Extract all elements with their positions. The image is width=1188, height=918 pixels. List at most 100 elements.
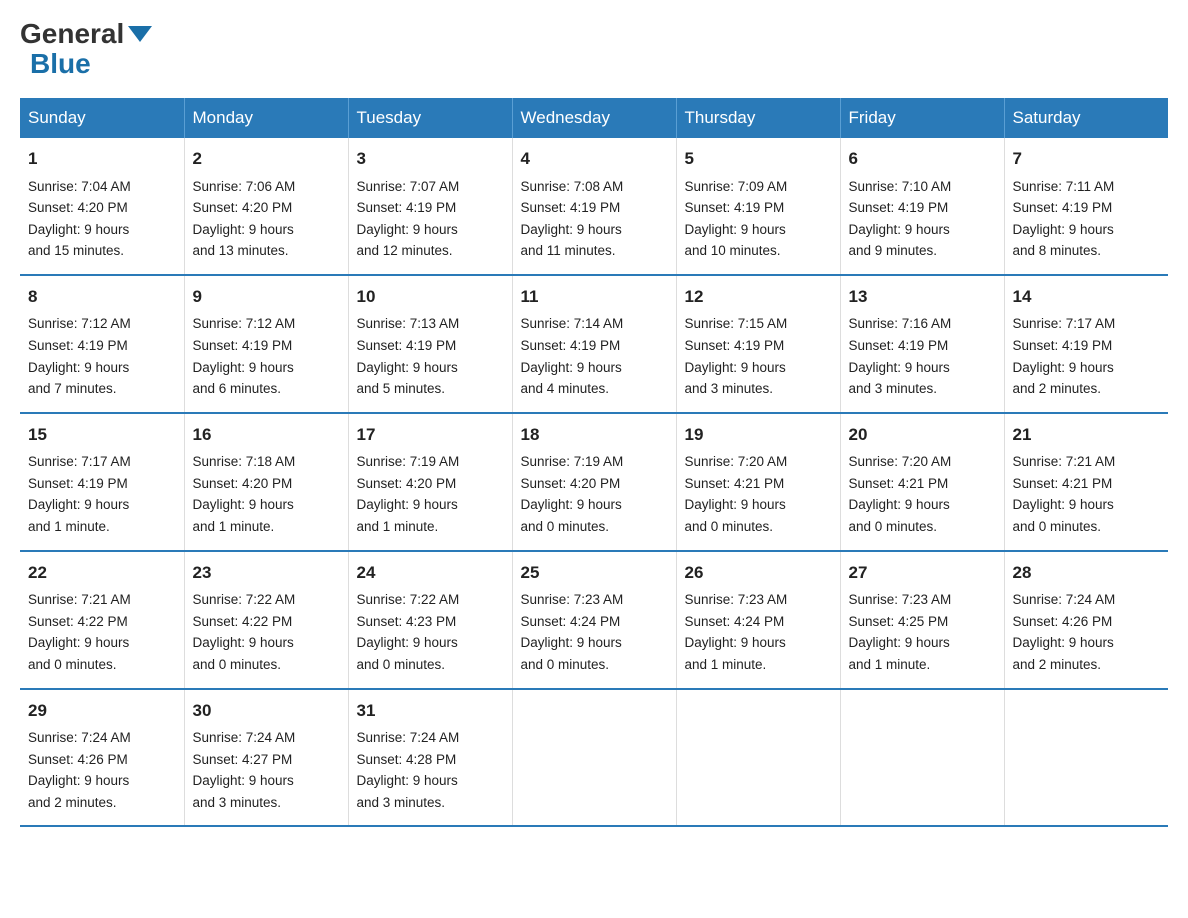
weekday-header-monday: Monday xyxy=(184,98,348,138)
calendar-cell: 2Sunrise: 7:06 AMSunset: 4:20 PMDaylight… xyxy=(184,138,348,275)
calendar-cell: 11 Sunrise: 7:14 AMSunset: 4:19 PMDayligh… xyxy=(512,275,676,413)
calendar-cell: 30Sunrise: 7:24 AMSunset: 4:27 PMDayligh… xyxy=(184,689,348,827)
day-number: 13 xyxy=(849,284,996,310)
calendar-cell: 20 Sunrise: 7:20 AMSunset: 4:21 PMDayligh… xyxy=(840,413,1004,551)
calendar-cell: 3 Sunrise: 7:07 AMSunset: 4:19 PMDaylight… xyxy=(348,138,512,275)
calendar-cell: 26Sunrise: 7:23 AMSunset: 4:24 PMDayligh… xyxy=(676,551,840,689)
calendar-cell: 12 Sunrise: 7:15 AMSunset: 4:19 PMDayligh… xyxy=(676,275,840,413)
day-number: 5 xyxy=(685,146,832,172)
calendar-cell: 10 Sunrise: 7:13 AMSunset: 4:19 PMDayligh… xyxy=(348,275,512,413)
calendar-cell: 15 Sunrise: 7:17 AMSunset: 4:19 PMDayligh… xyxy=(20,413,184,551)
weekday-header-friday: Friday xyxy=(840,98,1004,138)
calendar-cell: 5 Sunrise: 7:09 AMSunset: 4:19 PMDaylight… xyxy=(676,138,840,275)
calendar-cell: 21 Sunrise: 7:21 AMSunset: 4:21 PMDayligh… xyxy=(1004,413,1168,551)
day-info: Sunrise: 7:14 AMSunset: 4:19 PMDaylight:… xyxy=(521,316,624,396)
day-number: 10 xyxy=(357,284,504,310)
day-info: Sunrise: 7:12 AMSunset: 4:19 PMDaylight:… xyxy=(193,316,296,396)
day-info: Sunrise: 7:17 AMSunset: 4:19 PMDaylight:… xyxy=(28,454,131,534)
page-header: General Blue xyxy=(20,20,1168,78)
calendar-cell: 16Sunrise: 7:18 AMSunset: 4:20 PMDayligh… xyxy=(184,413,348,551)
calendar-cell: 17 Sunrise: 7:19 AMSunset: 4:20 PMDayligh… xyxy=(348,413,512,551)
day-number: 6 xyxy=(849,146,996,172)
calendar-cell: 6 Sunrise: 7:10 AMSunset: 4:19 PMDaylight… xyxy=(840,138,1004,275)
day-info: Sunrise: 7:06 AMSunset: 4:20 PMDaylight:… xyxy=(193,179,296,259)
calendar-cell: 22 Sunrise: 7:21 AMSunset: 4:22 PMDayligh… xyxy=(20,551,184,689)
calendar-cell: 9Sunrise: 7:12 AMSunset: 4:19 PMDaylight… xyxy=(184,275,348,413)
day-info: Sunrise: 7:10 AMSunset: 4:19 PMDaylight:… xyxy=(849,179,952,259)
day-info: Sunrise: 7:23 AMSunset: 4:25 PMDaylight:… xyxy=(849,592,952,672)
day-info: Sunrise: 7:21 AMSunset: 4:21 PMDaylight:… xyxy=(1013,454,1116,534)
logo-general-text: General xyxy=(20,20,124,48)
day-info: Sunrise: 7:09 AMSunset: 4:19 PMDaylight:… xyxy=(685,179,788,259)
day-number: 20 xyxy=(849,422,996,448)
day-number: 21 xyxy=(1013,422,1161,448)
calendar-cell: 29 Sunrise: 7:24 AMSunset: 4:26 PMDayligh… xyxy=(20,689,184,827)
calendar-cell: 19Sunrise: 7:20 AMSunset: 4:21 PMDayligh… xyxy=(676,413,840,551)
calendar-cell: 14 Sunrise: 7:17 AMSunset: 4:19 PMDayligh… xyxy=(1004,275,1168,413)
calendar-week-row: 22 Sunrise: 7:21 AMSunset: 4:22 PMDayligh… xyxy=(20,551,1168,689)
day-number: 23 xyxy=(193,560,340,586)
weekday-header-wednesday: Wednesday xyxy=(512,98,676,138)
day-info: Sunrise: 7:23 AMSunset: 4:24 PMDaylight:… xyxy=(685,592,788,672)
day-info: Sunrise: 7:22 AMSunset: 4:23 PMDaylight:… xyxy=(357,592,460,672)
day-info: Sunrise: 7:17 AMSunset: 4:19 PMDaylight:… xyxy=(1013,316,1116,396)
calendar-cell: 7Sunrise: 7:11 AMSunset: 4:19 PMDaylight… xyxy=(1004,138,1168,275)
day-number: 15 xyxy=(28,422,176,448)
calendar-cell: 27 Sunrise: 7:23 AMSunset: 4:25 PMDayligh… xyxy=(840,551,1004,689)
calendar-week-row: 8Sunrise: 7:12 AMSunset: 4:19 PMDaylight… xyxy=(20,275,1168,413)
calendar-cell: 28 Sunrise: 7:24 AMSunset: 4:26 PMDayligh… xyxy=(1004,551,1168,689)
calendar-cell: 8Sunrise: 7:12 AMSunset: 4:19 PMDaylight… xyxy=(20,275,184,413)
day-info: Sunrise: 7:20 AMSunset: 4:21 PMDaylight:… xyxy=(849,454,952,534)
calendar-week-row: 15 Sunrise: 7:17 AMSunset: 4:19 PMDayligh… xyxy=(20,413,1168,551)
day-number: 29 xyxy=(28,698,176,724)
day-number: 31 xyxy=(357,698,504,724)
day-info: Sunrise: 7:08 AMSunset: 4:19 PMDaylight:… xyxy=(521,179,624,259)
calendar-cell: 25 Sunrise: 7:23 AMSunset: 4:24 PMDayligh… xyxy=(512,551,676,689)
day-number: 24 xyxy=(357,560,504,586)
calendar-cell: 31Sunrise: 7:24 AMSunset: 4:28 PMDayligh… xyxy=(348,689,512,827)
day-number: 17 xyxy=(357,422,504,448)
calendar-cell xyxy=(512,689,676,827)
weekday-header-saturday: Saturday xyxy=(1004,98,1168,138)
calendar-table: SundayMondayTuesdayWednesdayThursdayFrid… xyxy=(20,98,1168,827)
logo-arrow-icon xyxy=(128,26,152,42)
weekday-header-row: SundayMondayTuesdayWednesdayThursdayFrid… xyxy=(20,98,1168,138)
day-info: Sunrise: 7:16 AMSunset: 4:19 PMDaylight:… xyxy=(849,316,952,396)
calendar-cell: 13 Sunrise: 7:16 AMSunset: 4:19 PMDayligh… xyxy=(840,275,1004,413)
day-number: 3 xyxy=(357,146,504,172)
weekday-header-sunday: Sunday xyxy=(20,98,184,138)
day-number: 14 xyxy=(1013,284,1161,310)
calendar-cell xyxy=(676,689,840,827)
day-number: 12 xyxy=(685,284,832,310)
calendar-cell: 23 Sunrise: 7:22 AMSunset: 4:22 PMDayligh… xyxy=(184,551,348,689)
day-number: 25 xyxy=(521,560,668,586)
day-info: Sunrise: 7:19 AMSunset: 4:20 PMDaylight:… xyxy=(357,454,460,534)
day-info: Sunrise: 7:04 AMSunset: 4:20 PMDaylight:… xyxy=(28,179,131,259)
day-info: Sunrise: 7:15 AMSunset: 4:19 PMDaylight:… xyxy=(685,316,788,396)
day-info: Sunrise: 7:22 AMSunset: 4:22 PMDaylight:… xyxy=(193,592,296,672)
day-info: Sunrise: 7:24 AMSunset: 4:26 PMDaylight:… xyxy=(28,730,131,810)
day-info: Sunrise: 7:23 AMSunset: 4:24 PMDaylight:… xyxy=(521,592,624,672)
day-info: Sunrise: 7:13 AMSunset: 4:19 PMDaylight:… xyxy=(357,316,460,396)
day-info: Sunrise: 7:07 AMSunset: 4:19 PMDaylight:… xyxy=(357,179,460,259)
weekday-header-thursday: Thursday xyxy=(676,98,840,138)
day-number: 22 xyxy=(28,560,176,586)
logo-blue-text: Blue xyxy=(30,50,91,78)
day-info: Sunrise: 7:24 AMSunset: 4:26 PMDaylight:… xyxy=(1013,592,1116,672)
day-number: 7 xyxy=(1013,146,1161,172)
calendar-week-row: 1 Sunrise: 7:04 AMSunset: 4:20 PMDaylight… xyxy=(20,138,1168,275)
weekday-header-tuesday: Tuesday xyxy=(348,98,512,138)
calendar-cell: 18Sunrise: 7:19 AMSunset: 4:20 PMDayligh… xyxy=(512,413,676,551)
day-number: 1 xyxy=(28,146,176,172)
day-info: Sunrise: 7:20 AMSunset: 4:21 PMDaylight:… xyxy=(685,454,788,534)
day-number: 27 xyxy=(849,560,996,586)
calendar-cell xyxy=(840,689,1004,827)
logo: General Blue xyxy=(20,20,152,78)
day-number: 28 xyxy=(1013,560,1161,586)
calendar-cell xyxy=(1004,689,1168,827)
day-number: 11 xyxy=(521,284,668,310)
calendar-cell: 24 Sunrise: 7:22 AMSunset: 4:23 PMDayligh… xyxy=(348,551,512,689)
day-number: 18 xyxy=(521,422,668,448)
day-info: Sunrise: 7:21 AMSunset: 4:22 PMDaylight:… xyxy=(28,592,131,672)
day-number: 4 xyxy=(521,146,668,172)
